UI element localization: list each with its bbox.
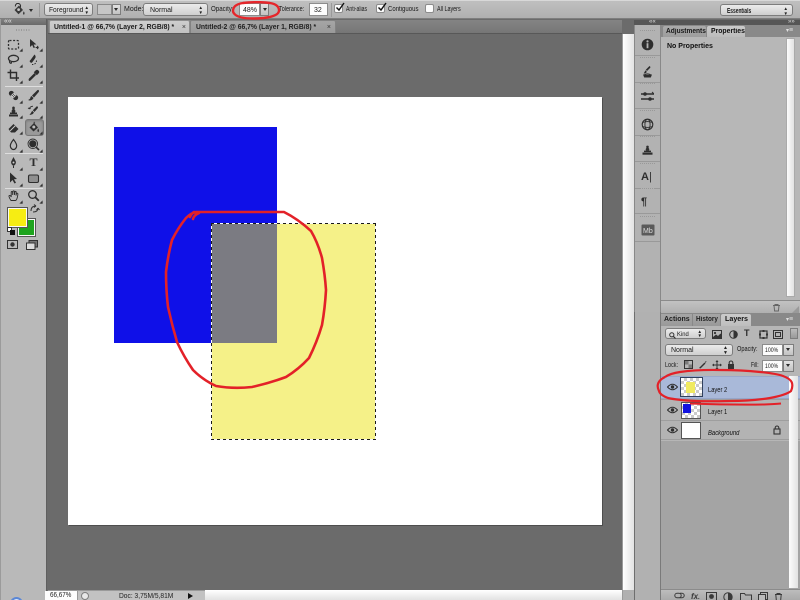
svg-text:Mb: Mb — [643, 228, 653, 235]
